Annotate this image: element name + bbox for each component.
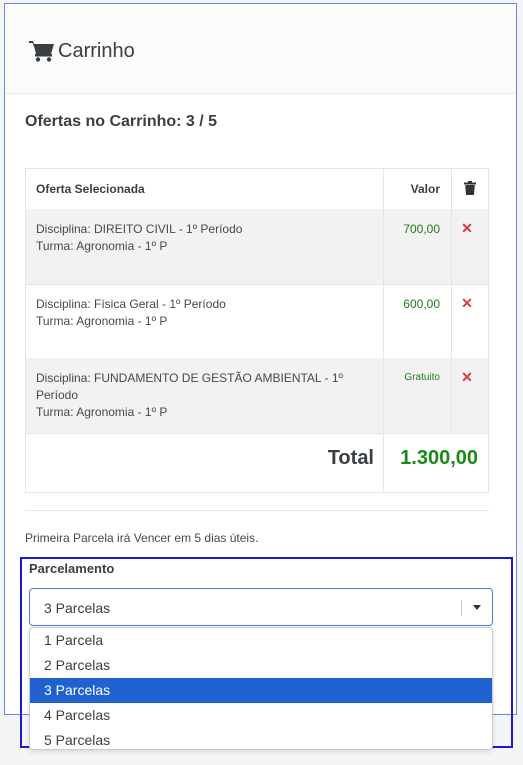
page-title: Carrinho [58, 40, 135, 62]
offer-description: Disciplina: DIREITO CIVIL - 1º Período T… [36, 221, 242, 255]
column-divider [451, 169, 452, 432]
divider [25, 510, 489, 511]
column-divider [383, 169, 384, 492]
select-divider [461, 600, 462, 616]
cart-table: Oferta Selecionada Valor Disciplina: DIR… [25, 168, 489, 493]
remove-offer-button[interactable]: ✕ [460, 296, 474, 310]
trash-icon [464, 181, 476, 195]
card-header: Carrinho [5, 4, 516, 94]
table-row: Disciplina: FUNDAMENTO DE GESTÃO AMBIENT… [26, 358, 488, 434]
total-label: Total [327, 447, 374, 469]
installment-option-2[interactable]: 2 Parcelas [30, 653, 492, 678]
table-row: Disciplina: Física Geral - 1º Período Tu… [26, 284, 488, 359]
installment-option-4[interactable]: 4 Parcelas [30, 703, 492, 728]
table-row: Disciplina: DIREITO CIVIL - 1º Período T… [26, 209, 488, 285]
installment-option-3[interactable]: 3 Parcelas [30, 678, 492, 703]
due-note: Primeira Parcela irá Vencer em 5 dias út… [25, 531, 259, 545]
shopping-cart-icon [29, 41, 54, 62]
column-header-value: Valor [410, 182, 440, 196]
offer-class: Turma: Agronomia - 1º P [36, 239, 168, 253]
offer-class: Turma: Agronomia - 1º P [36, 405, 168, 419]
offer-price: 600,00 [403, 297, 440, 311]
offer-description: Disciplina: FUNDAMENTO DE GESTÃO AMBIENT… [36, 370, 343, 421]
chevron-down-icon[interactable] [473, 605, 481, 610]
offer-discipline: Disciplina: FUNDAMENTO DE GESTÃO AMBIENT… [36, 371, 343, 385]
installments-label: Parcelamento [29, 561, 115, 576]
table-header: Oferta Selecionada Valor [26, 169, 488, 210]
offer-discipline-cont: Período [36, 388, 79, 402]
offer-price: 700,00 [403, 222, 440, 236]
offers-count: Ofertas no Carrinho: 3 / 5 [25, 113, 218, 130]
installments-dropdown: 1 Parcela 2 Parcelas 3 Parcelas 4 Parcel… [29, 627, 493, 750]
offer-class: Turma: Agronomia - 1º P [36, 314, 168, 328]
installment-option-5[interactable]: 5 Parcelas [30, 728, 492, 749]
column-header-offer: Oferta Selecionada [36, 182, 145, 196]
installment-option-1[interactable]: 1 Parcela [30, 628, 492, 653]
remove-offer-button[interactable]: ✕ [460, 370, 474, 384]
installments-select[interactable]: 3 Parcelas [29, 588, 493, 626]
offer-description: Disciplina: Física Geral - 1º Período Tu… [36, 296, 226, 330]
offer-price: Gratuito [404, 372, 440, 383]
installments-selected-value: 3 Parcelas [44, 600, 111, 616]
offer-discipline: Disciplina: Física Geral - 1º Período [36, 297, 226, 311]
total-value: 1.300,00 [400, 447, 478, 469]
offer-discipline: Disciplina: DIREITO CIVIL - 1º Período [36, 222, 243, 236]
remove-offer-button[interactable]: ✕ [460, 221, 474, 235]
